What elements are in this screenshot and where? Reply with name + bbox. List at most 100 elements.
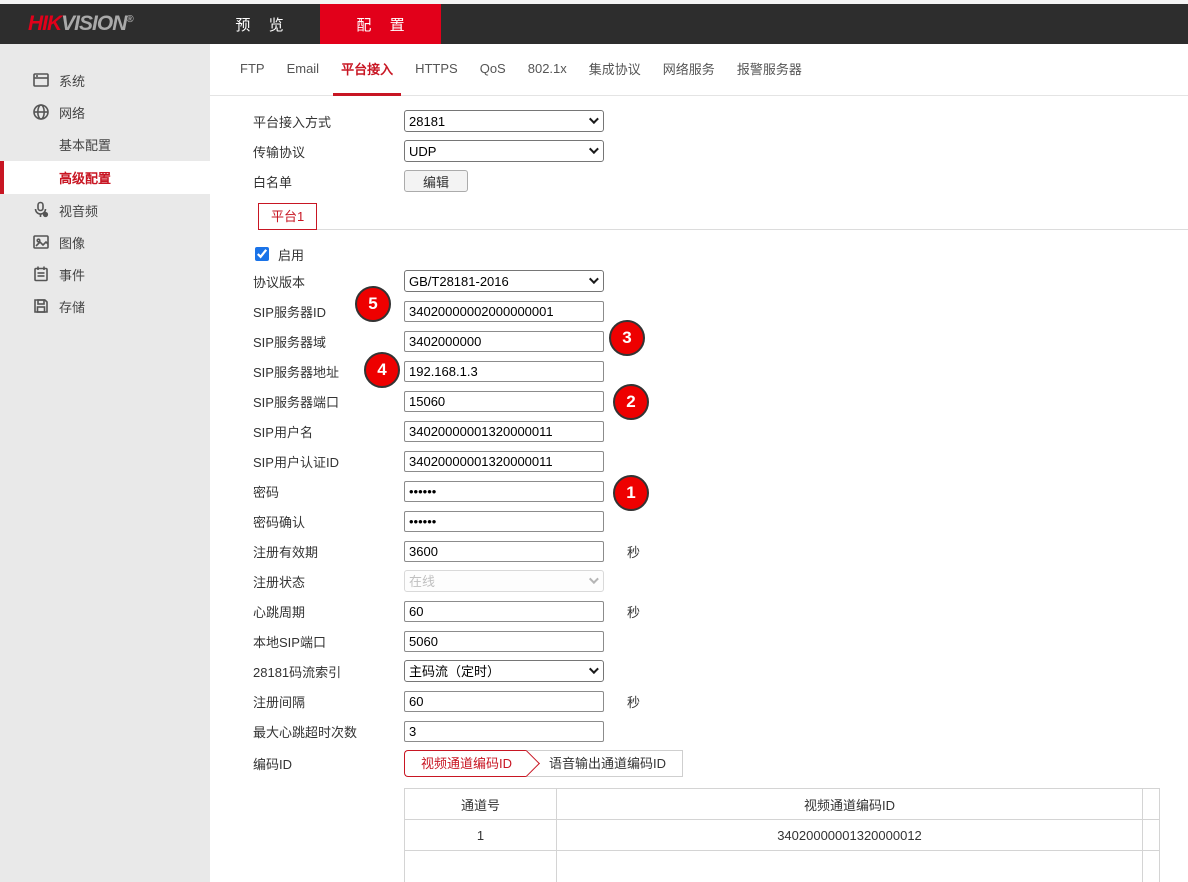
field-label: 注册状态 <box>253 572 404 591</box>
sidebar-item-label: 网络 <box>59 103 85 122</box>
field-label: 心跳周期 <box>253 602 404 621</box>
sidebar-item-video-audio[interactable]: 视音频 <box>0 194 210 226</box>
tab-8021x[interactable]: 802.1x <box>520 44 575 96</box>
sip-server-domain-input[interactable] <box>404 331 604 352</box>
tab-integration-protocol[interactable]: 集成协议 <box>581 44 649 96</box>
protocol-version-select[interactable]: GB/T28181-2016 <box>404 270 604 292</box>
sidebar-item-basic-config[interactable]: 基本配置 <box>0 128 210 161</box>
stream-index-select-wrap: 主码流（定时） <box>404 660 604 682</box>
register-interval-input[interactable] <box>404 691 604 712</box>
password-confirm-input[interactable] <box>404 511 604 532</box>
sidebar-subitem-label: 基本配置 <box>59 135 111 154</box>
form-row-sip-server-port: SIP服务器端口 <box>253 386 1188 416</box>
transport-select[interactable]: UDP <box>404 140 604 162</box>
annotation-circle-5: 5 <box>355 286 391 322</box>
cell-encode-id <box>557 851 1143 882</box>
sidebar-item-advanced-config[interactable]: 高级配置 <box>0 161 210 194</box>
form-row-encode-id: 编码ID 视频通道编码ID 语音输出通道编码ID <box>253 746 1188 780</box>
field-label: 密码 <box>253 482 404 501</box>
access-mode-select[interactable]: 28181 <box>404 110 604 132</box>
av-icon <box>32 201 50 219</box>
enable-checkbox[interactable] <box>255 247 269 261</box>
sidebar-item-image[interactable]: 图像 <box>0 226 210 258</box>
field-label: 密码确认 <box>253 512 404 531</box>
form-row-register-interval: 注册间隔 秒 <box>253 686 1188 716</box>
max-heartbeat-timeout-input[interactable] <box>404 721 604 742</box>
sidebar-item-label: 事件 <box>59 265 85 284</box>
cell-channel <box>405 851 557 882</box>
password-input[interactable] <box>404 481 604 502</box>
event-icon <box>32 265 50 283</box>
form-row-sip-server-domain: SIP服务器域 <box>253 326 1188 356</box>
sidebar-item-storage[interactable]: 存储 <box>0 290 210 322</box>
tab-qos[interactable]: QoS <box>472 44 514 96</box>
platform-group-bar: 平台1 <box>258 202 1188 230</box>
sidebar: 系统 网络 基本配置 高级配置 视音频 图像 <box>0 44 210 882</box>
tab-preview[interactable]: 预 览 <box>199 4 320 44</box>
annotation-circle-1: 1 <box>613 475 649 511</box>
field-label: 28181码流索引 <box>253 662 404 681</box>
sip-server-id-input[interactable] <box>404 301 604 322</box>
sip-username-input[interactable] <box>404 421 604 442</box>
transport-select-wrap: UDP <box>404 140 604 162</box>
form-row-sip-username: SIP用户名 <box>253 416 1188 446</box>
register-validity-input[interactable] <box>404 541 604 562</box>
protocol-version-select-wrap: GB/T28181-2016 <box>404 270 604 292</box>
form-row-access-mode: 平台接入方式 28181 <box>253 106 1188 136</box>
annotation-circle-4: 4 <box>364 352 400 388</box>
form-row-stream-index: 28181码流索引 主码流（定时） <box>253 656 1188 686</box>
encode-tab-label: 视频通道编码ID <box>421 756 512 771</box>
encode-id-tabs: 视频通道编码ID 语音输出通道编码ID <box>404 750 683 777</box>
sip-server-port-input[interactable] <box>404 391 604 412</box>
register-status-select-wrap: 在线 <box>404 570 604 592</box>
field-label: 注册有效期 <box>253 542 404 561</box>
sidebar-subitem-label: 高级配置 <box>59 168 111 187</box>
settings-tab-bar: FTP Email 平台接入 HTTPS QoS 802.1x 集成协议 网络服… <box>210 44 1188 96</box>
logo-hik: HIK <box>28 12 61 35</box>
unit-seconds: 秒 <box>627 542 640 561</box>
annotation-circle-3: 3 <box>609 320 645 356</box>
col-header-channel: 通道号 <box>405 789 557 820</box>
main-content: FTP Email 平台接入 HTTPS QoS 802.1x 集成协议 网络服… <box>210 44 1188 882</box>
tab-alarm-server[interactable]: 报警服务器 <box>729 44 810 96</box>
table-row[interactable] <box>405 851 1160 882</box>
platform1-tab[interactable]: 平台1 <box>258 203 317 230</box>
tab-https[interactable]: HTTPS <box>407 44 466 96</box>
stream-index-select[interactable]: 主码流（定时） <box>404 660 604 682</box>
tab-video-channel-encode-id[interactable]: 视频通道编码ID <box>404 750 526 777</box>
form-row-sip-server-id: SIP服务器ID <box>253 296 1188 326</box>
tab-audio-output-channel-encode-id[interactable]: 语音输出通道编码ID <box>526 750 683 777</box>
form-row-local-sip-port: 本地SIP端口 <box>253 626 1188 656</box>
tab-email[interactable]: Email <box>279 44 328 96</box>
field-label: SIP用户认证ID <box>253 452 404 471</box>
unit-seconds: 秒 <box>627 692 640 711</box>
cell-spacer <box>1143 851 1160 882</box>
network-icon <box>32 103 50 121</box>
sidebar-item-system[interactable]: 系统 <box>0 64 210 96</box>
sip-auth-id-input[interactable] <box>404 451 604 472</box>
field-label: SIP服务器端口 <box>253 392 404 411</box>
whitelist-edit-button[interactable]: 编辑 <box>404 170 468 192</box>
local-sip-port-input[interactable] <box>404 631 604 652</box>
sip-server-address-input[interactable] <box>404 361 604 382</box>
field-label: 注册间隔 <box>253 692 404 711</box>
form-row-transport: 传输协议 UDP <box>253 136 1188 166</box>
tab-ftp[interactable]: FTP <box>232 44 273 96</box>
sidebar-item-event[interactable]: 事件 <box>0 258 210 290</box>
annotation-circle-2: 2 <box>613 384 649 420</box>
enable-label[interactable]: 启用 <box>278 245 304 264</box>
table-row[interactable]: 1 34020000001320000012 <box>405 820 1160 851</box>
heartbeat-interval-input[interactable] <box>404 601 604 622</box>
enable-row: 启用 <box>253 242 1188 266</box>
platform-access-form: 平台接入方式 28181 传输协议 UDP 白名单 编辑 平台1 <box>210 96 1188 882</box>
field-label: SIP用户名 <box>253 422 404 441</box>
form-row-password: 密码 <box>253 476 1188 506</box>
cell-channel: 1 <box>405 820 557 851</box>
sidebar-item-network[interactable]: 网络 <box>0 96 210 128</box>
tab-configuration[interactable]: 配 置 <box>320 4 441 44</box>
field-label: 最大心跳超时次数 <box>253 722 404 741</box>
tab-platform-access[interactable]: 平台接入 <box>333 44 401 96</box>
tab-network-service[interactable]: 网络服务 <box>655 44 723 96</box>
topnav: 预 览 配 置 <box>199 4 441 44</box>
form-row-whitelist: 白名单 编辑 <box>253 166 1188 196</box>
